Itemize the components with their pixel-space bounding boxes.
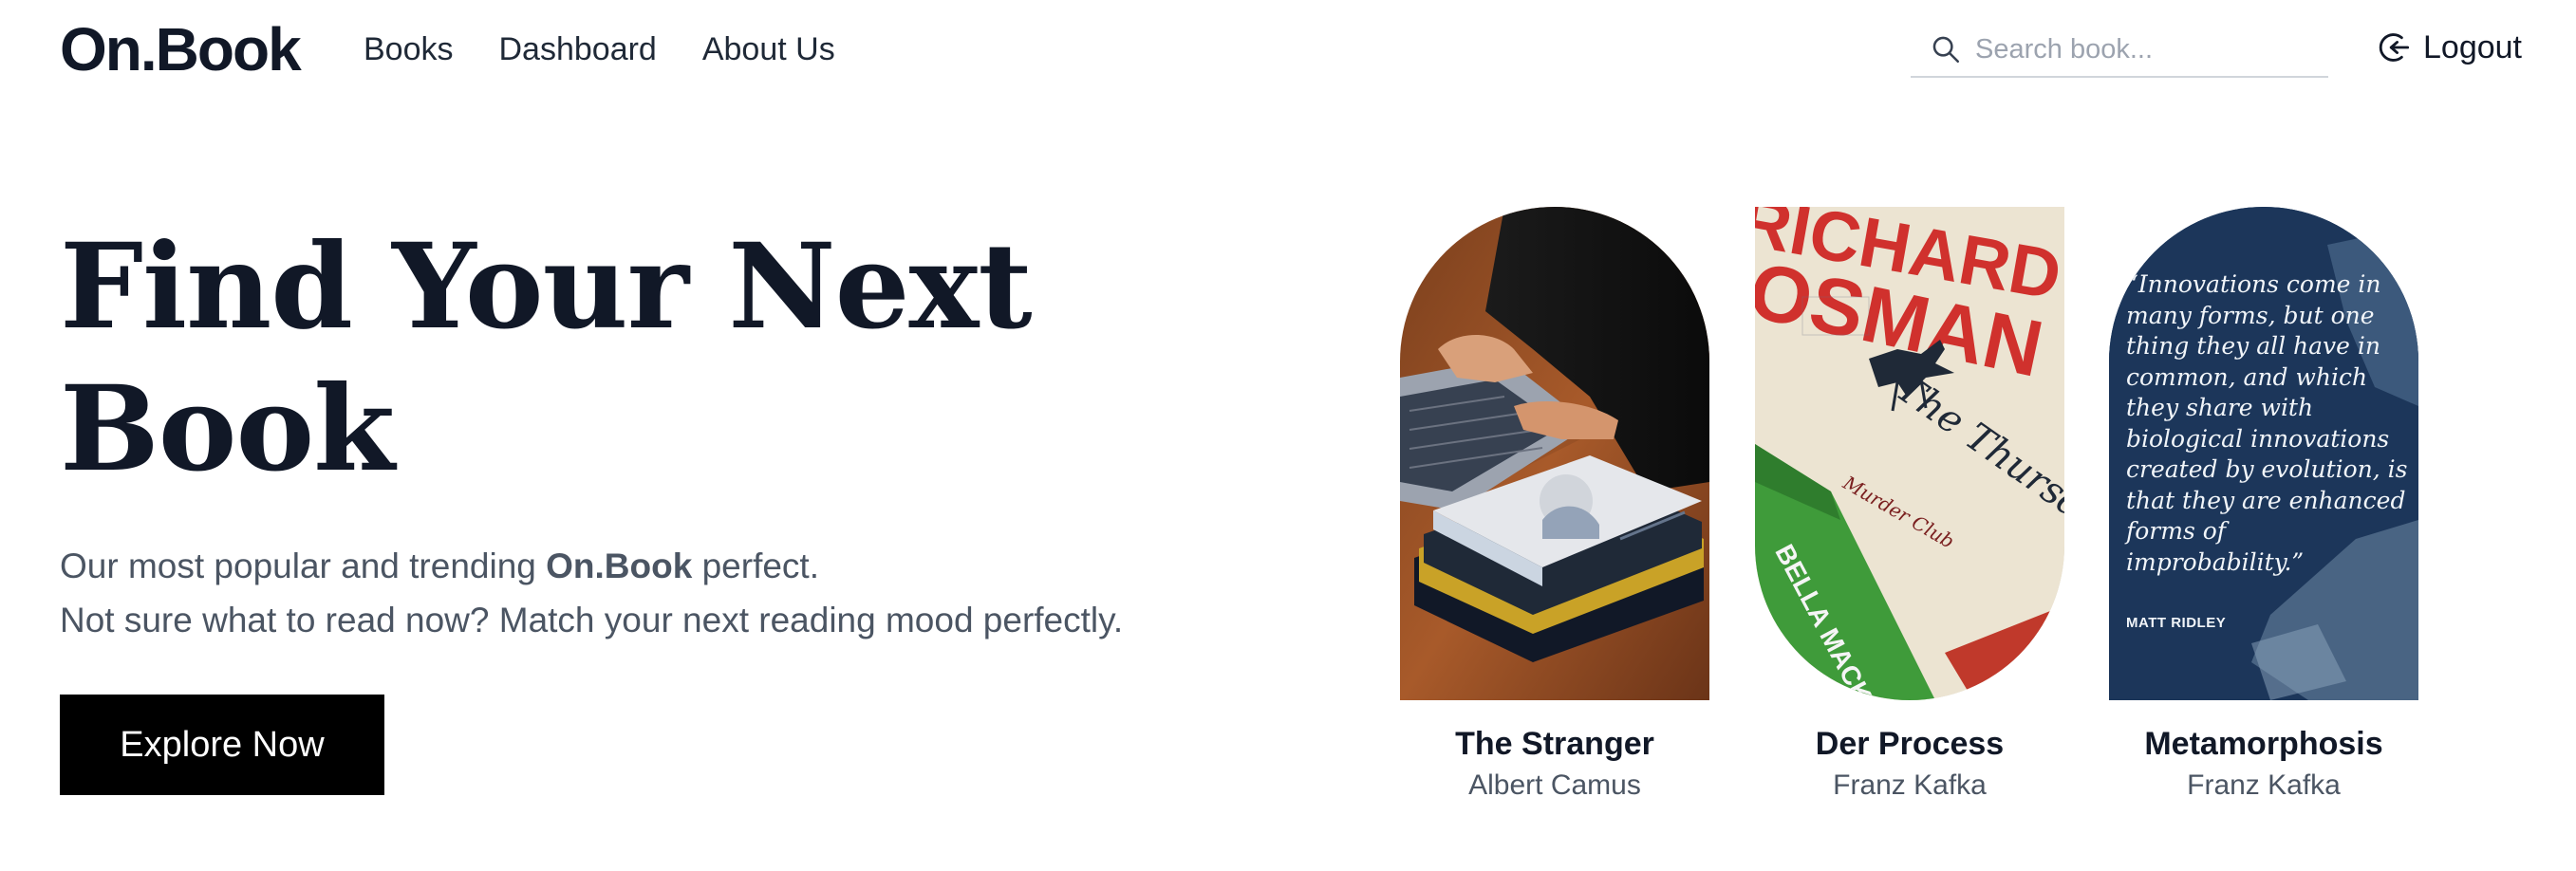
nav-links: Books Dashboard About Us xyxy=(364,28,835,70)
logo[interactable]: On.Book xyxy=(60,13,302,85)
page: On.Book Books Dashboard About Us Logout … xyxy=(0,0,2576,871)
book-cover-image[interactable]: “Innovations come in many forms, but one… xyxy=(2109,207,2418,700)
search-input[interactable] xyxy=(1975,33,2317,65)
book-title[interactable]: Metamorphosis xyxy=(2109,723,2418,765)
nav-link-about-us[interactable]: About Us xyxy=(702,28,835,70)
book-title[interactable]: Der Process xyxy=(1755,723,2064,765)
laptop-books-photo xyxy=(1400,207,1709,700)
book-card-der-process[interactable]: RICHARD OSMAN The Thursday MUR BELLA MAC… xyxy=(1755,207,2064,806)
cover-quote: “Innovations come in many forms, but one… xyxy=(2126,270,2408,576)
logout-button[interactable]: Logout xyxy=(2378,27,2522,68)
logout-icon xyxy=(2379,33,2410,62)
nav-link-dashboard[interactable]: Dashboard xyxy=(499,28,657,70)
thursday-murder-club-photo: RICHARD OSMAN The Thursday MUR BELLA MAC… xyxy=(1755,207,2064,700)
hero-subtitle-brand: On.Book xyxy=(546,547,693,585)
logout-label: Logout xyxy=(2423,29,2522,65)
book-author: Albert Camus xyxy=(1468,769,1641,801)
nav-link-books[interactable]: Books xyxy=(364,28,454,70)
book-author: Franz Kafka xyxy=(1833,769,1987,801)
hero-subtitle-post: perfect. xyxy=(692,547,819,585)
book-cover-image[interactable]: RICHARD OSMAN The Thursday MUR BELLA MAC… xyxy=(1755,207,2064,700)
hero-subtitle-line-2: Not sure what to read now? Match your ne… xyxy=(60,601,1124,639)
cover-quote-author: MATT RIDLEY xyxy=(2126,615,2227,631)
hero-subtitle: Our most popular and trending On.Book pe… xyxy=(60,539,1294,647)
book-author: Franz Kafka xyxy=(2187,769,2341,801)
navbar: On.Book Books Dashboard About Us Logout xyxy=(60,0,2522,100)
search-bar xyxy=(1911,23,2328,78)
hero-title-line-2: Book xyxy=(60,361,395,498)
hero-subtitle-pre: Our most popular and trending xyxy=(60,547,547,585)
book-title[interactable]: The Stranger xyxy=(1400,723,1709,765)
book-card-metamorphosis[interactable]: “Innovations come in many forms, but one… xyxy=(2109,207,2418,806)
hero-title: Find Your Next Book xyxy=(60,216,1104,501)
search-icon xyxy=(1932,36,1960,64)
hero-title-line-1: Find Your Next xyxy=(60,218,1033,356)
book-card-the-stranger[interactable]: The Stranger Albert Camus xyxy=(1400,207,1709,806)
explore-now-button[interactable]: Explore Now xyxy=(60,695,384,795)
book-cover-image[interactable] xyxy=(1400,207,1709,700)
